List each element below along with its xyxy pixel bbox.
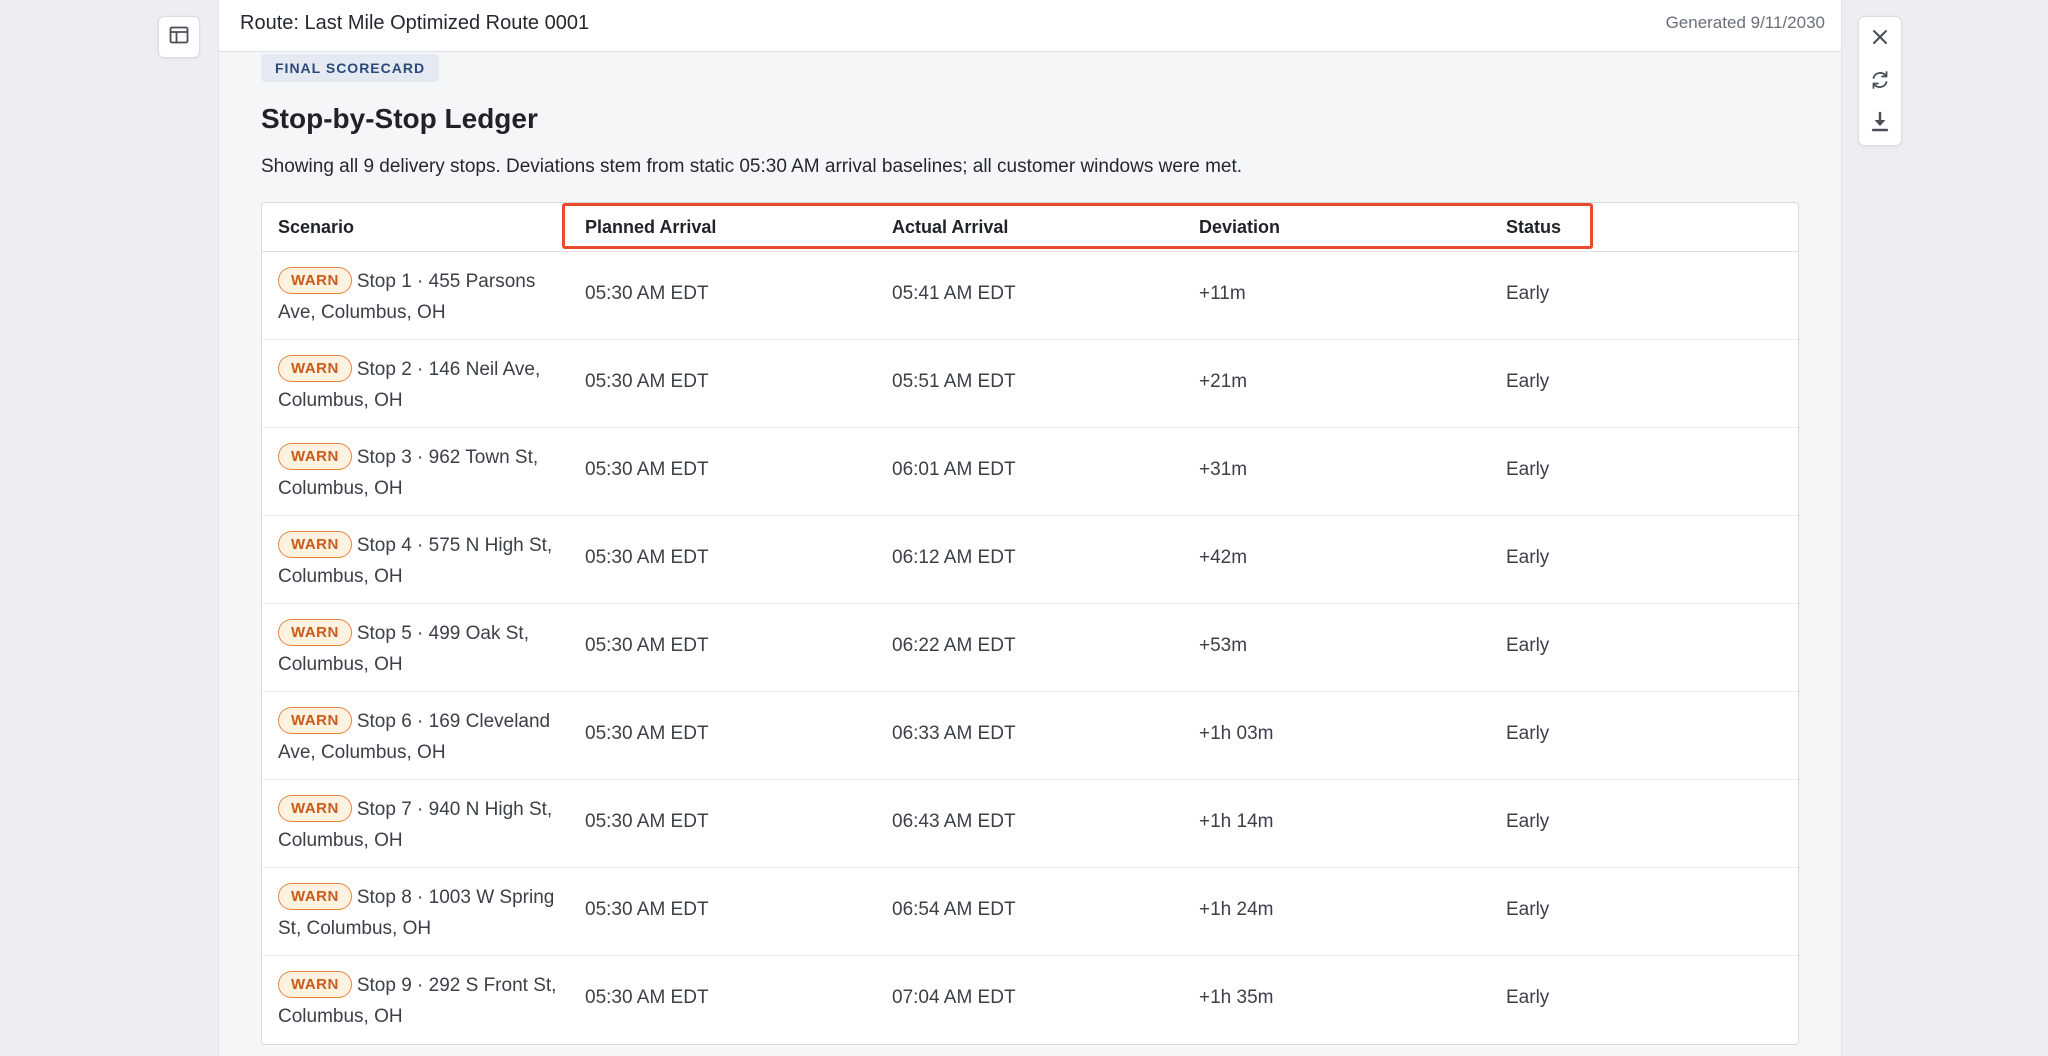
- actual-arrival-cell: 06:54 AM EDT: [892, 899, 1016, 920]
- ledger-title: Stop-by-Stop Ledger: [261, 103, 538, 134]
- planned-arrival-cell: 05:30 AM EDT: [585, 459, 709, 480]
- download-button[interactable]: [1859, 104, 1901, 144]
- warn-badge: WARN: [278, 267, 352, 294]
- report-header: Route: Last Mile Optimized Route 0001 Ge…: [219, 0, 1841, 52]
- column-header-deviation: Deviation: [1199, 217, 1281, 237]
- warn-badge: WARN: [278, 531, 352, 558]
- download-icon: [1870, 111, 1890, 138]
- table-body: WARN Stop 1 · 455 Parsons Ave, Columbus, …: [262, 252, 1798, 1044]
- status-cell: Early: [1506, 283, 1550, 304]
- refresh-button[interactable]: [1859, 62, 1901, 102]
- column-header-scenario: Scenario: [278, 217, 355, 237]
- route-title: Route: Last Mile Optimized Route 0001: [240, 12, 590, 34]
- scenario-cell: WARN Stop 8 · 1003 W Spring St, Columbus,…: [278, 882, 568, 944]
- table-row: WARN Stop 5 · 499 Oak St, Columbus, OH 05…: [262, 604, 1798, 692]
- table-row: WARN Stop 3 · 962 Town St, Columbus, OH 0…: [262, 428, 1798, 516]
- close-icon: [1871, 28, 1889, 51]
- actual-arrival-cell: 06:12 AM EDT: [892, 547, 1016, 568]
- scenario-cell: WARN Stop 3 · 962 Town St, Columbus, OH: [278, 442, 568, 504]
- scenario-cell: WARN Stop 9 · 292 S Front St, Columbus, O…: [278, 970, 568, 1032]
- warn-badge: WARN: [278, 795, 352, 822]
- generated-date: Generated 9/11/2030: [1665, 13, 1825, 32]
- planned-arrival-cell: 05:30 AM EDT: [585, 547, 709, 568]
- scenario-cell: WARN Stop 5 · 499 Oak St, Columbus, OH: [278, 618, 568, 680]
- column-header-planned-arrival: Planned Arrival: [585, 217, 717, 237]
- close-button[interactable]: [1859, 19, 1901, 59]
- table-row: WARN Stop 6 · 169 Cleveland Ave, Columbus…: [262, 692, 1798, 780]
- warn-badge: WARN: [278, 883, 352, 910]
- table-row: WARN Stop 9 · 292 S Front St, Columbus, O…: [262, 956, 1798, 1044]
- report-toolbar: [1858, 16, 1902, 146]
- warn-badge: WARN: [278, 355, 352, 382]
- ledger-description: Showing all 9 delivery stops. Deviations…: [261, 156, 1243, 177]
- status-cell: Early: [1506, 459, 1550, 480]
- warn-badge: WARN: [278, 707, 352, 734]
- status-cell: Early: [1506, 811, 1550, 832]
- deviation-cell: +1h 24m: [1199, 899, 1274, 920]
- planned-arrival-cell: 05:30 AM EDT: [585, 899, 709, 920]
- status-cell: Early: [1506, 899, 1550, 920]
- warn-badge: WARN: [278, 443, 352, 470]
- table-row: WARN Stop 7 · 940 N High St, Columbus, OH…: [262, 780, 1798, 868]
- warn-badge: WARN: [278, 619, 352, 646]
- deviation-cell: +53m: [1199, 635, 1248, 656]
- scenario-cell: WARN Stop 6 · 169 Cleveland Ave, Columbus…: [278, 706, 568, 768]
- actual-arrival-cell: 05:41 AM EDT: [892, 283, 1016, 304]
- refresh-icon: [1869, 69, 1891, 96]
- column-header-actual-arrival: Actual Arrival: [892, 217, 1009, 237]
- deviation-cell: +1h 03m: [1199, 723, 1274, 744]
- table-row: WARN Stop 2 · 146 Neil Ave, Columbus, OH …: [262, 340, 1798, 428]
- scenario-cell: WARN Stop 2 · 146 Neil Ave, Columbus, OH: [278, 354, 568, 416]
- status-cell: Early: [1506, 987, 1550, 1008]
- header-highlight-box: [562, 203, 1593, 249]
- layout-toggle-button[interactable]: [158, 16, 200, 58]
- planned-arrival-cell: 05:30 AM EDT: [585, 283, 709, 304]
- report-panel: Route: Last Mile Optimized Route 0001 Ge…: [218, 0, 1842, 1056]
- actual-arrival-cell: 06:22 AM EDT: [892, 635, 1016, 656]
- deviation-cell: +1h 14m: [1199, 811, 1274, 832]
- column-header-status: Status: [1506, 217, 1562, 237]
- ledger-table: Scenario Planned Arrival Actual Arrival …: [261, 202, 1799, 1045]
- deviation-cell: +21m: [1199, 371, 1248, 392]
- scenario-cell: WARN Stop 4 · 575 N High St, Columbus, OH: [278, 530, 568, 592]
- actual-arrival-cell: 06:43 AM EDT: [892, 811, 1016, 832]
- planned-arrival-cell: 05:30 AM EDT: [585, 635, 709, 656]
- deviation-cell: +11m: [1199, 283, 1246, 304]
- final-scorecard-badge: FINAL SCORECARD: [261, 54, 440, 82]
- status-cell: Early: [1506, 723, 1550, 744]
- planned-arrival-cell: 05:30 AM EDT: [585, 987, 709, 1008]
- deviation-cell: +1h 35m: [1199, 987, 1274, 1008]
- status-cell: Early: [1506, 371, 1550, 392]
- planned-arrival-cell: 05:30 AM EDT: [585, 723, 709, 744]
- status-cell: Early: [1506, 635, 1550, 656]
- layout-icon: [168, 24, 190, 51]
- actual-arrival-cell: 07:04 AM EDT: [892, 987, 1016, 1008]
- status-cell: Early: [1506, 547, 1550, 568]
- deviation-cell: +31m: [1199, 459, 1248, 480]
- table-row: WARN Stop 4 · 575 N High St, Columbus, OH…: [262, 516, 1798, 604]
- deviation-cell: +42m: [1199, 547, 1248, 568]
- table-header: Scenario Planned Arrival Actual Arrival …: [262, 203, 1798, 252]
- actual-arrival-cell: 05:51 AM EDT: [892, 371, 1016, 392]
- scenario-cell: WARN Stop 1 · 455 Parsons Ave, Columbus, …: [278, 266, 568, 328]
- table-row: WARN Stop 8 · 1003 W Spring St, Columbus,…: [262, 868, 1798, 956]
- warn-badge: WARN: [278, 971, 352, 998]
- planned-arrival-cell: 05:30 AM EDT: [585, 811, 709, 832]
- planned-arrival-cell: 05:30 AM EDT: [585, 371, 709, 392]
- actual-arrival-cell: 06:33 AM EDT: [892, 723, 1016, 744]
- scenario-cell: WARN Stop 7 · 940 N High St, Columbus, OH: [278, 794, 568, 856]
- actual-arrival-cell: 06:01 AM EDT: [892, 459, 1016, 480]
- table-row: WARN Stop 1 · 455 Parsons Ave, Columbus, …: [262, 252, 1798, 340]
